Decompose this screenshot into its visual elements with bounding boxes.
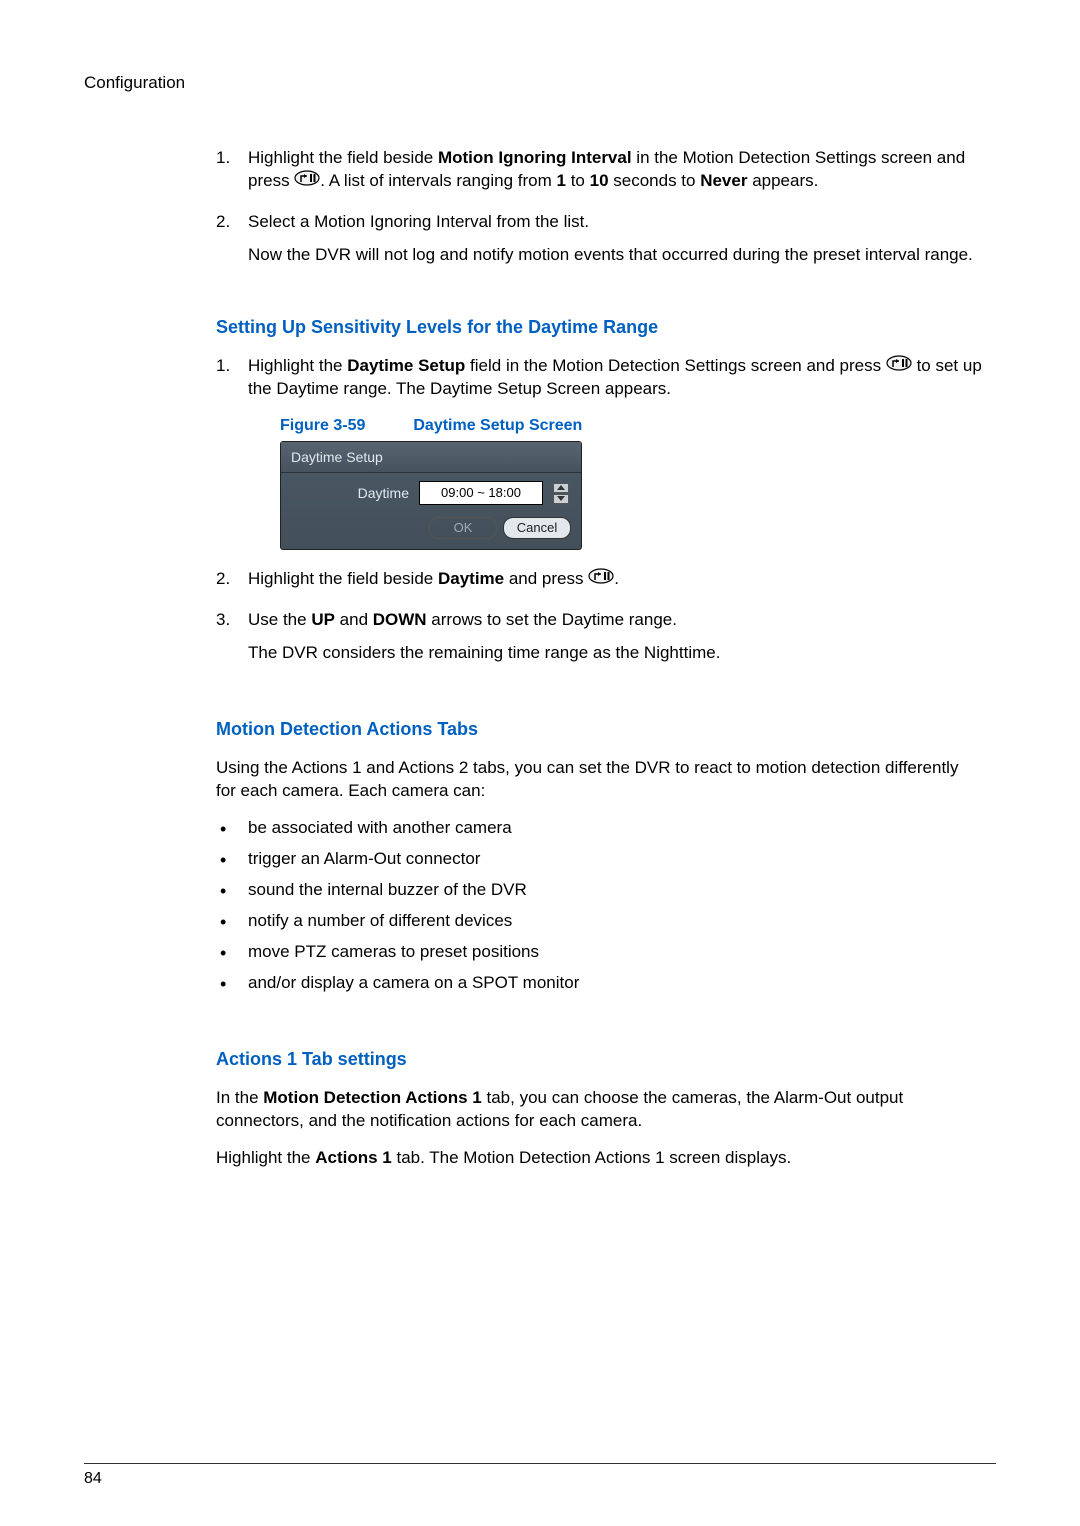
text: appears. xyxy=(747,171,818,190)
text-bold: 10 xyxy=(590,171,609,190)
text: Highlight the field beside xyxy=(248,148,438,167)
item-number: 2. xyxy=(216,211,230,234)
section-heading: Setting Up Sensitivity Levels for the Da… xyxy=(216,315,982,339)
list-item: 3. Use the UP and DOWN arrows to set the… xyxy=(216,609,982,665)
paragraph: In the Motion Detection Actions 1 tab, y… xyxy=(216,1087,982,1133)
chevron-down-icon[interactable] xyxy=(553,494,569,504)
text: In the xyxy=(216,1088,263,1107)
list-item: move PTZ cameras to preset positions xyxy=(216,941,982,964)
time-stepper[interactable] xyxy=(553,483,569,504)
cancel-button[interactable]: Cancel xyxy=(503,517,571,539)
text-bold: Motion Ignoring Interval xyxy=(438,148,632,167)
list-item: and/or display a camera on a SPOT monito… xyxy=(216,972,982,995)
item-number: 1. xyxy=(216,147,230,170)
text: Select a Motion Ignoring Interval from t… xyxy=(248,212,589,231)
text: and press xyxy=(504,569,588,588)
text-bold: DOWN xyxy=(373,610,427,629)
section-heading: Motion Detection Actions Tabs xyxy=(216,717,982,741)
item-number: 3. xyxy=(216,609,230,632)
list-item: 2. Select a Motion Ignoring Interval fro… xyxy=(216,211,982,267)
list-item: trigger an Alarm-Out connector xyxy=(216,848,982,871)
text: Use the xyxy=(248,610,311,629)
paragraph: Highlight the Actions 1 tab. The Motion … xyxy=(216,1147,982,1170)
text: Highlight the xyxy=(216,1148,315,1167)
follow-text: The DVR considers the remaining time ran… xyxy=(248,642,982,665)
list-item: be associated with another camera xyxy=(216,817,982,840)
daytime-setup-dialog: Daytime Setup Daytime 09:00 ~ 18:00 OK C… xyxy=(280,441,582,550)
text: . A list of intervals ranging from xyxy=(320,171,556,190)
figure-number: Figure 3-59 xyxy=(280,417,365,434)
text: field in the Motion Detection Settings s… xyxy=(465,356,886,375)
enter-icon xyxy=(886,355,912,378)
text: to xyxy=(566,171,590,190)
daytime-input[interactable]: 09:00 ~ 18:00 xyxy=(419,481,543,505)
text-bold: 1 xyxy=(557,171,566,190)
item-number: 1. xyxy=(216,355,230,378)
footer-divider xyxy=(84,1463,996,1464)
list-item: 2. Highlight the field beside Daytime an… xyxy=(216,568,982,591)
list-item: 1. Highlight the field beside Motion Ign… xyxy=(216,147,982,193)
list-item: notify a number of different devices xyxy=(216,910,982,933)
enter-icon xyxy=(294,170,320,193)
instruction-list-1: 1. Highlight the field beside Motion Ign… xyxy=(216,147,982,267)
text: tab. The Motion Detection Actions 1 scre… xyxy=(392,1148,791,1167)
text: Highlight the field beside xyxy=(248,569,438,588)
section-heading: Actions 1 Tab settings xyxy=(216,1047,982,1071)
text-bold: Actions 1 xyxy=(315,1148,392,1167)
chevron-up-icon[interactable] xyxy=(553,483,569,493)
text-bold: Never xyxy=(700,171,747,190)
list-item: 1. Highlight the Daytime Setup field in … xyxy=(216,355,982,550)
figure-caption: Figure 3-59 Daytime Setup Screen xyxy=(248,415,982,437)
instruction-list-2: 1. Highlight the Daytime Setup field in … xyxy=(216,355,982,665)
bullet-list: be associated with another camera trigge… xyxy=(216,817,982,995)
text: seconds to xyxy=(609,171,701,190)
follow-text: Now the DVR will not log and notify moti… xyxy=(248,244,982,267)
text: . xyxy=(614,569,619,588)
enter-icon xyxy=(588,568,614,591)
paragraph: Using the Actions 1 and Actions 2 tabs, … xyxy=(216,757,982,803)
text-bold: Motion Detection Actions 1 xyxy=(263,1088,482,1107)
text-bold: Daytime Setup xyxy=(347,356,465,375)
page-number: 84 xyxy=(84,1468,102,1490)
dialog-title: Daytime Setup xyxy=(281,442,581,474)
text-bold: Daytime xyxy=(438,569,504,588)
list-item: sound the internal buzzer of the DVR xyxy=(216,879,982,902)
daytime-label: Daytime xyxy=(291,484,409,503)
figure-title: Daytime Setup Screen xyxy=(413,417,582,434)
item-number: 2. xyxy=(216,568,230,591)
text: arrows to set the Daytime range. xyxy=(427,610,677,629)
text: and xyxy=(335,610,373,629)
page-header: Configuration xyxy=(84,72,996,95)
text-bold: UP xyxy=(311,610,335,629)
text: Highlight the xyxy=(248,356,347,375)
ok-button[interactable]: OK xyxy=(429,517,497,539)
